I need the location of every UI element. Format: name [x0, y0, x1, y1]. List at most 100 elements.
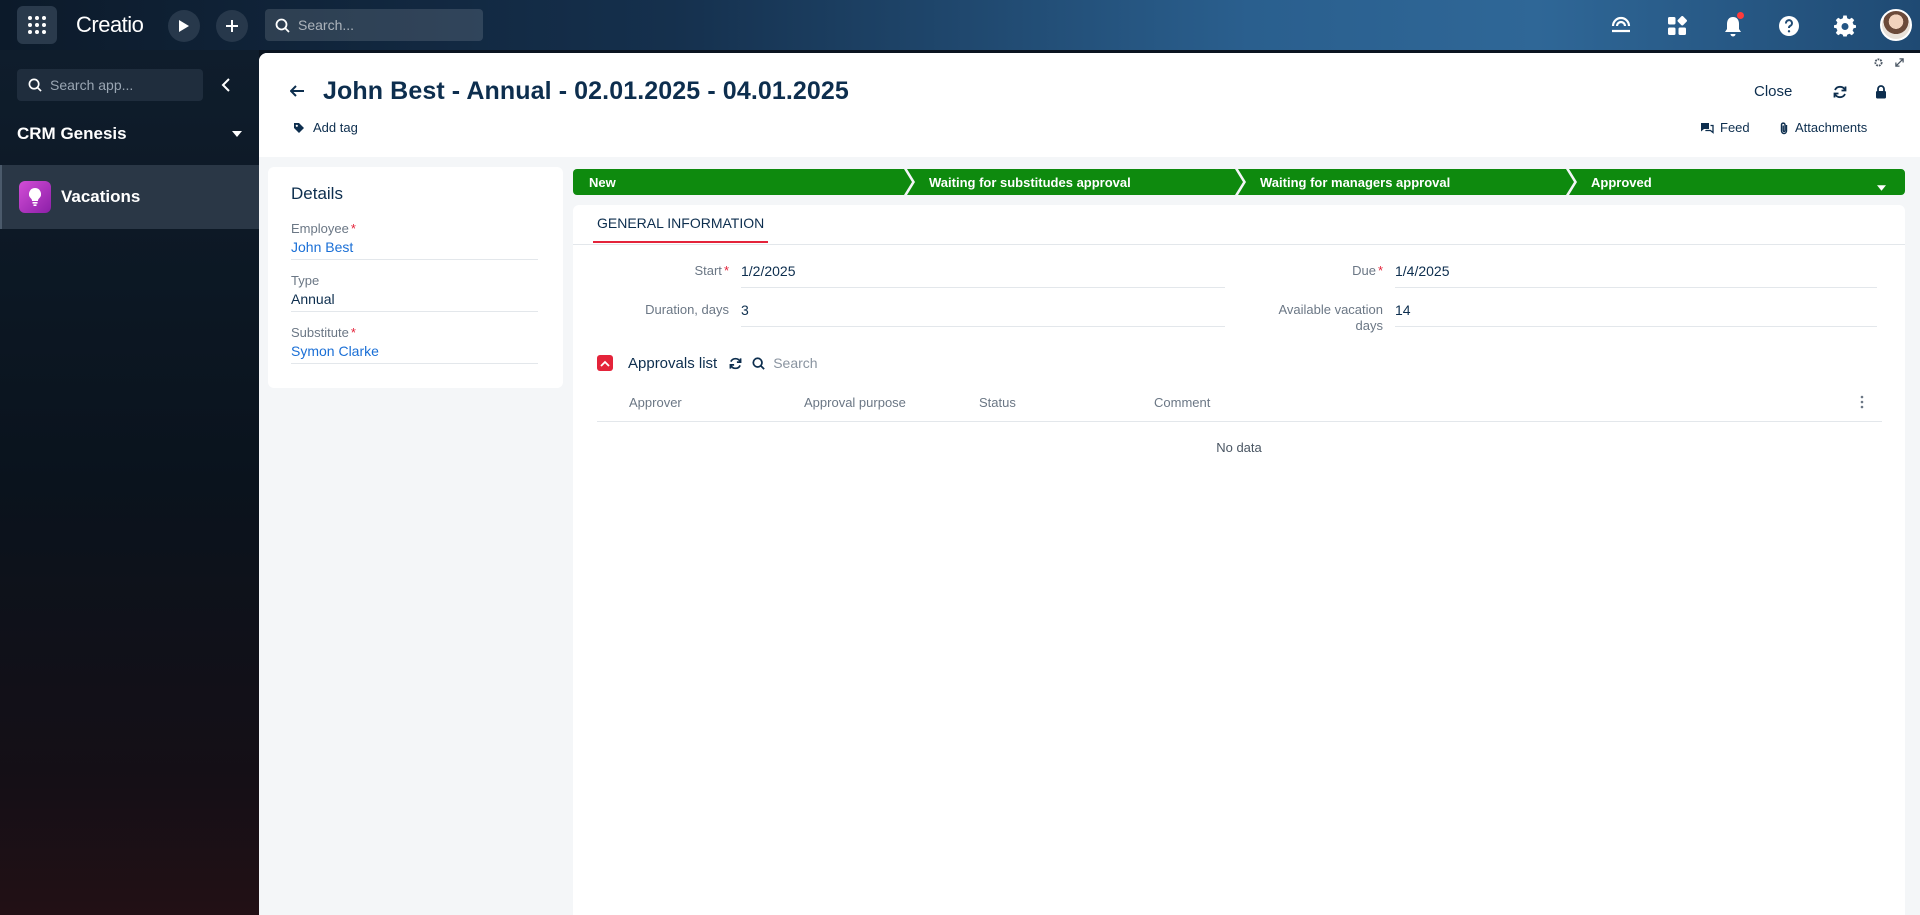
details-card: Details Employee * John Best Type Annual … — [268, 167, 563, 388]
employee-field[interactable]: Employee * John Best — [291, 221, 538, 260]
duration-field[interactable]: 3 — [741, 302, 1225, 327]
duration-label: Duration, days — [645, 302, 729, 317]
approvals-search-input[interactable] — [773, 355, 894, 371]
creatio-ai-icon — [1611, 16, 1631, 33]
back-button[interactable] — [287, 81, 307, 101]
help-button[interactable] — [1775, 12, 1803, 40]
lightbulb-icon — [19, 181, 51, 213]
substitute-value[interactable]: Symon Clarke — [291, 343, 538, 359]
run-process-button[interactable] — [168, 10, 200, 42]
required-marker: * — [723, 263, 729, 278]
tag-icon — [294, 122, 304, 133]
stage-arrows — [573, 169, 1905, 195]
add-tag-button[interactable]: Add tag — [293, 120, 358, 135]
sidebar-item-label: Vacations — [61, 187, 141, 206]
feed-button[interactable]: Feed — [1700, 120, 1750, 135]
app-search-input[interactable] — [50, 77, 200, 93]
details-title: Details — [291, 184, 343, 203]
approvals-search[interactable] — [752, 355, 894, 371]
available-days-label: Available vacation days — [1213, 302, 1383, 334]
column-approver[interactable]: Approver — [629, 395, 682, 410]
required-marker: * — [350, 221, 356, 236]
approvals-list-header: Approvals list — [597, 352, 894, 374]
substitute-label-text: Substitute — [291, 325, 349, 340]
apps-menu-button[interactable] — [17, 6, 57, 44]
record-page: John Best - Annual - 02.01.2025 - 04.01.… — [259, 53, 1920, 915]
workspace-selector[interactable]: CRM Genesis — [17, 121, 242, 147]
global-search[interactable] — [265, 9, 483, 41]
required-marker: * — [350, 325, 356, 340]
page-title: John Best - Annual - 02.01.2025 - 04.01.… — [323, 77, 849, 105]
list-header-divider — [597, 421, 1882, 422]
page-settings-button[interactable] — [1873, 57, 1883, 67]
stage-waiting-managers[interactable]: Waiting for managers approval — [1260, 169, 1451, 195]
global-search-input[interactable] — [298, 17, 468, 33]
page-header: John Best - Annual - 02.01.2025 - 04.01.… — [259, 53, 1920, 157]
creatio-logo[interactable]: Creatio — [76, 12, 144, 38]
refresh-button[interactable] — [1831, 83, 1849, 101]
settings-button[interactable] — [1831, 12, 1859, 40]
refresh-icon — [729, 357, 742, 369]
stage-menu-button[interactable] — [1877, 179, 1886, 194]
chevron-left-icon — [221, 78, 230, 92]
stage-shape-new — [573, 169, 912, 195]
tab-general-information[interactable]: GENERAL INFORMATION — [593, 215, 769, 243]
substitute-field[interactable]: Substitute * Symon Clarke — [291, 325, 538, 364]
play-icon — [179, 20, 189, 32]
refresh-icon — [1833, 85, 1847, 99]
feed-label: Feed — [1720, 120, 1750, 135]
start-label-text: Start — [694, 263, 722, 278]
caret-down-icon — [1877, 185, 1886, 191]
required-marker: * — [1377, 263, 1383, 278]
collapse-sidebar-button[interactable] — [216, 74, 236, 96]
add-tag-label: Add tag — [313, 120, 358, 135]
app-hub-button[interactable] — [1663, 12, 1691, 40]
due-date-field[interactable]: 1/4/2025 — [1395, 263, 1877, 288]
ai-assistant-button[interactable] — [1607, 12, 1635, 40]
top-bar: Creatio — [0, 0, 1920, 50]
lock-button[interactable] — [1872, 83, 1890, 101]
search-icon — [275, 18, 290, 33]
start-date-field[interactable]: 1/2/2025 — [741, 263, 1225, 288]
gear-icon — [1873, 57, 1883, 67]
due-label-text: Due — [1352, 263, 1376, 278]
search-icon — [752, 356, 765, 370]
attachments-button[interactable]: Attachments — [1779, 120, 1867, 135]
stage-approved[interactable]: Approved — [1591, 169, 1652, 195]
employee-label: Employee * — [291, 221, 538, 236]
user-avatar[interactable] — [1880, 9, 1912, 41]
chevron-up-icon — [600, 360, 610, 367]
stage-progress-bar: New Waiting for substitudes approval Wai… — [573, 169, 1905, 195]
type-field[interactable]: Type Annual — [291, 273, 538, 312]
expand-page-button[interactable] — [1894, 57, 1904, 67]
stage-new[interactable]: New — [589, 169, 616, 195]
app-search[interactable] — [17, 69, 203, 101]
due-label: Due * — [1173, 263, 1383, 279]
close-button[interactable]: Close — [1754, 83, 1792, 100]
available-days-label-line1: Available vacation — [1278, 302, 1383, 317]
expand-icon — [1894, 57, 1904, 67]
arrow-left-icon — [289, 85, 304, 97]
available-days-field[interactable]: 14 — [1395, 302, 1877, 327]
paperclip-icon — [1780, 121, 1788, 134]
collapse-approvals-button[interactable] — [597, 355, 613, 371]
refresh-approvals-button[interactable] — [729, 357, 742, 370]
list-options-button[interactable] — [1856, 393, 1868, 411]
attachments-label: Attachments — [1795, 120, 1868, 135]
start-label: Start * — [633, 263, 729, 279]
plus-icon — [226, 20, 238, 32]
column-status[interactable]: Status — [979, 395, 1016, 410]
type-value[interactable]: Annual — [291, 291, 538, 307]
create-new-button[interactable] — [216, 10, 248, 42]
employee-value[interactable]: John Best — [291, 239, 538, 255]
column-comment[interactable]: Comment — [1154, 395, 1210, 410]
more-vertical-icon — [1860, 395, 1864, 409]
column-approval-purpose[interactable]: Approval purpose — [804, 395, 906, 410]
available-days-label-line2: days — [1355, 318, 1383, 333]
sidebar-item-vacations[interactable]: Vacations — [0, 165, 259, 229]
lock-icon — [1876, 85, 1886, 99]
gear-icon — [1834, 15, 1856, 37]
notifications-button[interactable] — [1719, 12, 1747, 40]
stage-waiting-substitutes[interactable]: Waiting for substitudes approval — [929, 169, 1131, 195]
workspace-name: CRM Genesis — [17, 124, 127, 143]
